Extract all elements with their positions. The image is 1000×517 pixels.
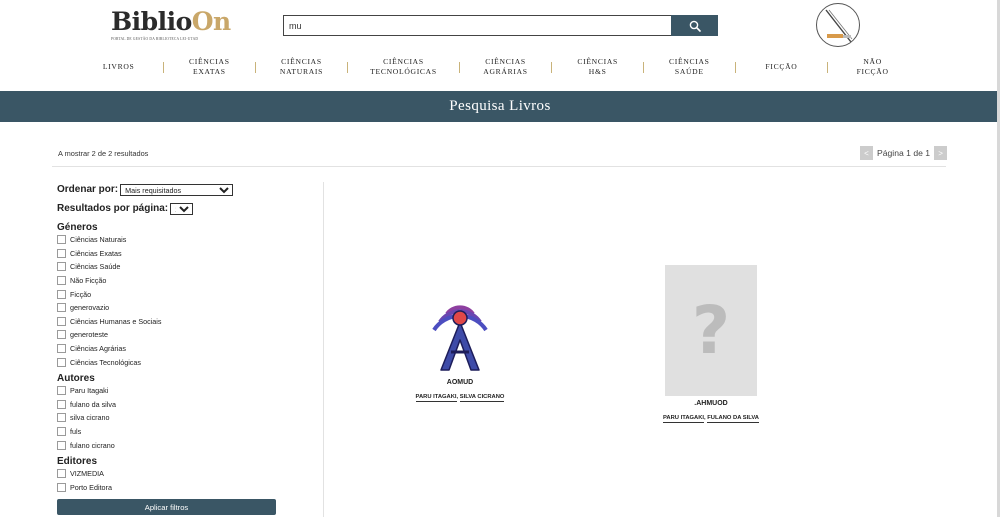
- publisher-checkbox[interactable]: [57, 482, 66, 492]
- book-card[interactable]: AOMUD Paru Itagaki, Silva Cicrano: [410, 284, 510, 402]
- authors-list: Paru Itagaki fulano da silva silva cicra…: [57, 384, 279, 452]
- radio-tower-icon: [432, 305, 488, 372]
- authors-heading: Autores: [57, 372, 95, 384]
- author-checkbox[interactable]: [57, 386, 66, 396]
- author-checkbox[interactable]: [57, 427, 66, 437]
- book-authors: Paru Itagaki, Fulano da Silva: [663, 415, 759, 423]
- genre-option: Ciências Agrárias: [57, 342, 279, 356]
- publisher-checkbox[interactable]: [57, 469, 66, 479]
- author-checkbox[interactable]: [57, 399, 66, 409]
- sidebar-divider: [323, 182, 324, 517]
- page-title: Pesquisa Livros: [449, 98, 551, 114]
- search-bar: [283, 15, 718, 36]
- logo-tagline: PORTAL DE GESTÃO DA BIBLIOTECA LEI-UTAD: [111, 37, 199, 41]
- quill-icon: [825, 9, 853, 43]
- author-link[interactable]: Silva Cicrano: [459, 394, 505, 402]
- per-page-row: Resultados por página: 15: [57, 202, 279, 215]
- genre-option: Ciências Humanas e Sociais: [57, 315, 279, 329]
- search-input[interactable]: [283, 15, 671, 36]
- page-indicator: Página 1 de 1: [877, 148, 931, 158]
- author-link[interactable]: Fulano da Silva: [707, 415, 759, 423]
- search-button[interactable]: [671, 15, 718, 36]
- nav-item-ficcao[interactable]: Ficção: [736, 62, 828, 73]
- prev-page-button[interactable]: <: [860, 146, 873, 160]
- per-page-label: Resultados por página:: [57, 203, 169, 214]
- genres-heading: Géneros: [57, 222, 98, 233]
- genre-option: Ciências Exatas: [57, 247, 279, 261]
- nav-item-ciencias-saude[interactable]: Ciências Saúde: [644, 57, 735, 78]
- author-link[interactable]: Paru Itagaki: [663, 415, 705, 423]
- nav-item-livros[interactable]: Livros: [95, 62, 142, 73]
- genre-checkbox[interactable]: [57, 316, 66, 326]
- next-page-button[interactable]: >: [934, 146, 948, 160]
- genre-option: Ciências Naturais: [57, 233, 279, 247]
- nav-item-ciencias-tecnologicas[interactable]: Ciências Tecnológicas: [348, 57, 458, 78]
- genre-option: Ciências Saúde: [57, 260, 279, 274]
- genre-checkbox[interactable]: [57, 330, 66, 340]
- publisher-option: Porto Editora: [57, 481, 279, 495]
- search-icon: [689, 20, 701, 32]
- author-link[interactable]: Paru Itagaki: [415, 394, 457, 402]
- divider: [52, 166, 946, 167]
- university-emblem[interactable]: [816, 3, 860, 47]
- genre-option: Não Ficção: [57, 274, 279, 288]
- sort-row: Ordenar por: Mais requisitados: [57, 183, 279, 196]
- apply-filters-button[interactable]: Aplicar filtros: [57, 499, 276, 515]
- sort-select[interactable]: Mais requisitados: [120, 183, 234, 196]
- question-mark-icon: ?: [691, 292, 731, 369]
- nav-item-ciencias-naturais[interactable]: Ciências Naturais: [256, 57, 348, 78]
- nav-item-ciencias-exatas[interactable]: Ciências Exatas: [164, 57, 255, 78]
- author-checkbox[interactable]: [57, 413, 66, 423]
- logo-wordmark: BiblioOn: [111, 7, 231, 36]
- page-banner: Pesquisa Livros: [0, 91, 1000, 122]
- genre-checkbox[interactable]: [57, 344, 66, 354]
- book-card[interactable]: ? .AHMUOD Paru Itagaki, Fulano da Silva: [640, 265, 782, 423]
- author-option: fulano da silva: [57, 398, 279, 412]
- book-title[interactable]: AOMUD: [410, 379, 510, 386]
- genre-option: Ciências Tecnológicas: [57, 355, 279, 369]
- nav-item-ciencias-agrarias[interactable]: Ciências Agrárias: [460, 57, 552, 78]
- genre-checkbox[interactable]: [57, 276, 66, 286]
- publishers-heading: Editores: [57, 455, 98, 467]
- author-option: Paru Itagaki: [57, 384, 279, 398]
- author-option: fulano cicrano: [57, 438, 279, 452]
- main-nav: Livros Ciências Exatas Ciências Naturais C…: [95, 53, 917, 81]
- filter-sidebar: Ordenar por: Mais requisitados Resultado…: [57, 183, 279, 494]
- genre-checkbox[interactable]: [57, 248, 66, 258]
- genre-option: generovazio: [57, 301, 279, 315]
- genres-list: Ciências Naturais Ciências Exatas Ciênci…: [57, 233, 279, 369]
- genre-checkbox[interactable]: [57, 235, 66, 245]
- genre-checkbox[interactable]: [57, 303, 66, 313]
- author-checkbox[interactable]: [57, 440, 66, 450]
- genre-option: Ficção: [57, 287, 279, 301]
- genre-checkbox[interactable]: [57, 289, 66, 299]
- nav-item-nao-ficcao[interactable]: Não Ficção: [828, 57, 917, 78]
- cover-placeholder: ?: [665, 265, 757, 396]
- nav-item-ciencias-hs[interactable]: Ciências H&S: [552, 57, 643, 78]
- genre-checkbox[interactable]: [57, 357, 66, 367]
- per-page-select[interactable]: 15: [170, 202, 194, 215]
- pagination: < Página 1 de 1 >: [860, 146, 948, 160]
- author-option: fuls: [57, 425, 279, 439]
- publisher-option: VIZMEDIA: [57, 467, 279, 481]
- book-authors: Paru Itagaki, Silva Cicrano: [415, 394, 505, 402]
- sort-label: Ordenar por:: [57, 184, 119, 195]
- publishers-list: VIZMEDIA Porto Editora: [57, 467, 279, 494]
- genre-option: generoteste: [57, 328, 279, 342]
- book-title[interactable]: .AHMUOD: [640, 400, 782, 407]
- author-option: silva cicrano: [57, 411, 279, 425]
- logo[interactable]: BiblioOn PORTAL DE GESTÃO DA BIBLIOTECA …: [111, 7, 231, 44]
- genre-checkbox[interactable]: [57, 262, 66, 272]
- results-count: A mostrar 2 de 2 resultados: [58, 149, 149, 158]
